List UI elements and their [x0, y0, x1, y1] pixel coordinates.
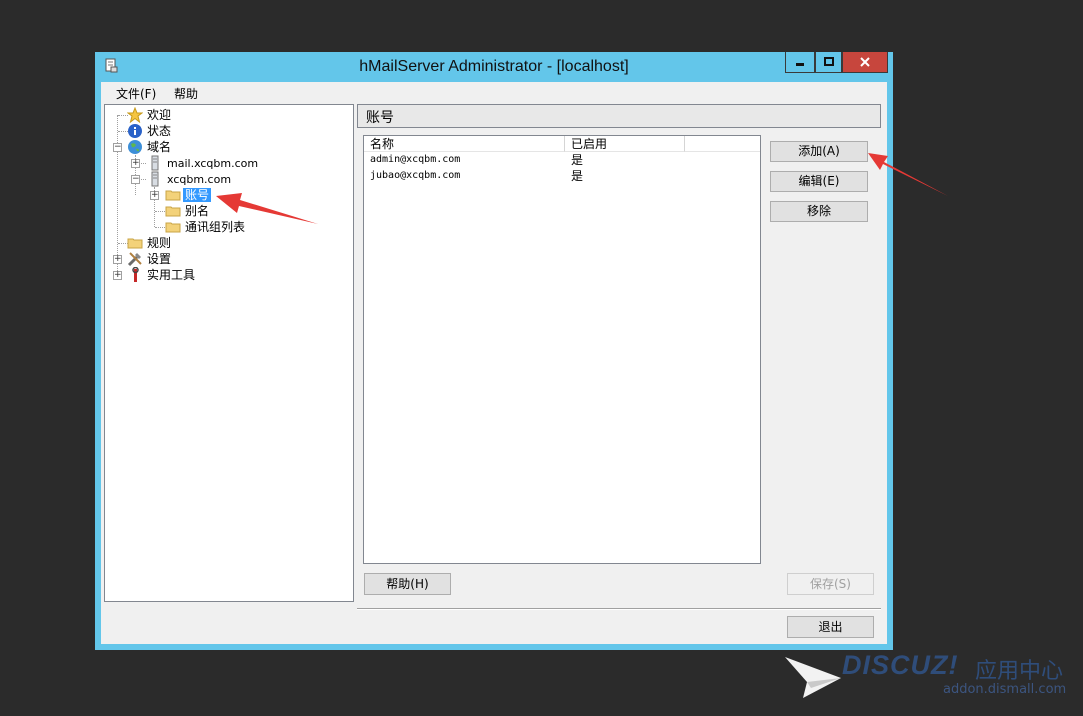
page-title: 账号: [366, 110, 394, 126]
maximize-icon: [823, 57, 834, 66]
tree-item-domain-xcqbm[interactable]: xcqbm.com: [147, 171, 233, 187]
divider: [357, 608, 881, 610]
account-email: admin@xcqbm.com: [370, 154, 461, 165]
tree-item-status[interactable]: 状态: [127, 123, 173, 139]
expand-icon[interactable]: +: [131, 159, 140, 168]
client-area: 文件(F) 帮助 欢迎 状态 − 域名 + mail.xcqbm.com − x…: [101, 82, 887, 644]
collapse-icon[interactable]: −: [131, 175, 140, 184]
tree-item-distribution-lists[interactable]: 通讯组列表: [165, 219, 247, 235]
globe-icon: [128, 140, 142, 154]
folder-icon: [165, 206, 181, 217]
column-header-filler: [685, 136, 760, 152]
wrench-icon: [132, 267, 139, 282]
collapse-icon[interactable]: −: [113, 143, 122, 152]
folder-icon: [165, 222, 181, 233]
remove-button[interactable]: 移除: [770, 201, 868, 222]
table-row[interactable]: jubao@xcqbm.com 是: [364, 168, 760, 184]
tree-label: 域名: [147, 140, 172, 154]
navigation-tree[interactable]: 欢迎 状态 − 域名 + mail.xcqbm.com − xcqbm.com …: [104, 104, 354, 602]
window-title: hMailServer Administrator - [localhost]: [359, 58, 629, 75]
folder-icon: [127, 238, 143, 249]
panel-header: 账号: [357, 104, 881, 128]
server-icon: [151, 171, 159, 187]
tree-label: 规则: [147, 236, 172, 250]
account-email: jubao@xcqbm.com: [370, 170, 461, 181]
server-icon: [151, 155, 159, 171]
tree-label: 设置: [147, 252, 172, 266]
close-icon: [860, 57, 870, 67]
close-button[interactable]: [842, 52, 888, 73]
tree-item-settings[interactable]: 设置: [127, 251, 173, 267]
info-icon: [128, 124, 142, 138]
tree-item-utilities[interactable]: 实用工具: [127, 267, 197, 283]
tree-label: 账号: [183, 188, 212, 202]
maximize-button[interactable]: [815, 52, 842, 73]
tree-item-domains[interactable]: 域名: [127, 139, 173, 155]
minimize-icon: [796, 63, 804, 66]
watermark-brand: DISCUZ!: [842, 650, 959, 680]
column-header-name[interactable]: 名称: [364, 136, 565, 152]
star-icon: [127, 107, 143, 123]
help-button[interactable]: 帮助(H): [364, 573, 451, 595]
watermark-brand-cn: 应用中心: [975, 659, 1064, 684]
minimize-button[interactable]: [785, 52, 815, 73]
account-enabled: 是: [571, 153, 584, 167]
add-button[interactable]: 添加(A): [770, 141, 868, 162]
account-enabled: 是: [571, 169, 584, 183]
watermark-url: addon.dismall.com: [943, 682, 1067, 697]
tree-item-aliases[interactable]: 别名: [165, 203, 211, 219]
tools-icon: [127, 252, 142, 267]
expand-icon[interactable]: +: [113, 255, 122, 264]
tree-item-rules[interactable]: 规则: [127, 235, 173, 251]
tree-label: 欢迎: [147, 108, 172, 122]
tree-label: 别名: [185, 204, 210, 218]
save-button[interactable]: 保存(S): [787, 573, 874, 595]
exit-button[interactable]: 退出: [787, 616, 874, 638]
tree-label: 实用工具: [147, 268, 196, 282]
title-bar[interactable]: hMailServer Administrator - [localhost]: [95, 52, 893, 81]
folder-icon: [165, 190, 181, 201]
edit-button[interactable]: 编辑(E): [770, 171, 868, 192]
tree-label: mail.xcqbm.com: [167, 157, 259, 170]
tree-item-accounts[interactable]: 账号: [165, 187, 212, 203]
tree-item-welcome[interactable]: 欢迎: [127, 107, 173, 123]
table-row[interactable]: admin@xcqbm.com 是: [364, 152, 760, 168]
app-window: hMailServer Administrator - [localhost] …: [95, 52, 893, 650]
tree-label: 通讯组列表: [185, 220, 246, 234]
expand-icon[interactable]: +: [113, 271, 122, 280]
tree-item-domain-mail[interactable]: mail.xcqbm.com: [147, 155, 260, 171]
expand-icon[interactable]: +: [150, 191, 159, 200]
column-header-enabled[interactable]: 已启用: [565, 136, 685, 152]
tree-label: xcqbm.com: [167, 173, 232, 186]
menu-file[interactable]: 文件(F): [116, 85, 156, 102]
accounts-list[interactable]: 名称 已启用 admin@xcqbm.com 是 jubao@xcqbm.com…: [363, 135, 761, 564]
menu-bar: 文件(F) 帮助: [101, 82, 887, 102]
tree-label: 状态: [147, 124, 172, 138]
menu-help[interactable]: 帮助: [174, 85, 198, 102]
